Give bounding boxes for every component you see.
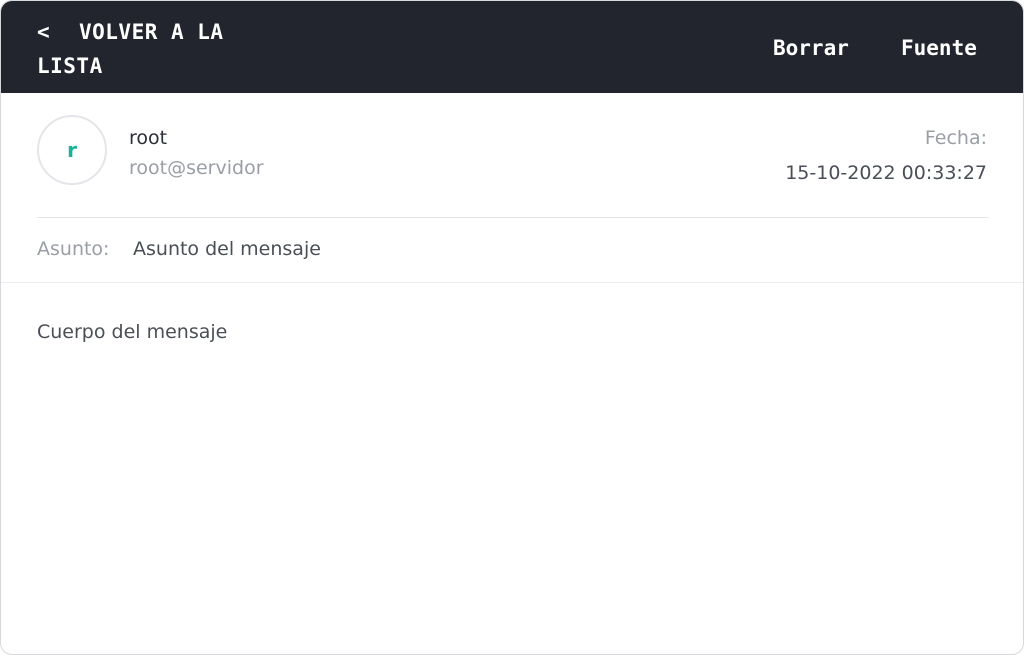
sender-name: root <box>129 127 168 149</box>
top-bar: < VOLVER A LA LISTA Borrar Fuente <box>1 1 1023 93</box>
source-button[interactable]: Fuente <box>901 31 977 65</box>
date-value: 15-10-2022 00:33:27 <box>785 162 987 184</box>
subject-divider <box>1 282 1023 283</box>
date-label: Fecha: <box>924 127 987 149</box>
delete-button[interactable]: Borrar <box>773 31 849 65</box>
back-to-list-link[interactable]: < VOLVER A LA LISTA <box>37 15 252 83</box>
subject-label: Asunto: <box>37 238 110 260</box>
subject-value: Asunto del mensaje <box>133 238 321 260</box>
chevron-left-icon: < <box>37 20 51 44</box>
sender-email: root@servidor <box>129 157 264 179</box>
message-view: < VOLVER A LA LISTA Borrar Fuente r root … <box>0 0 1024 655</box>
avatar: r <box>37 115 107 185</box>
message-body: Cuerpo del mensaje <box>37 321 228 343</box>
header-divider <box>37 217 989 218</box>
